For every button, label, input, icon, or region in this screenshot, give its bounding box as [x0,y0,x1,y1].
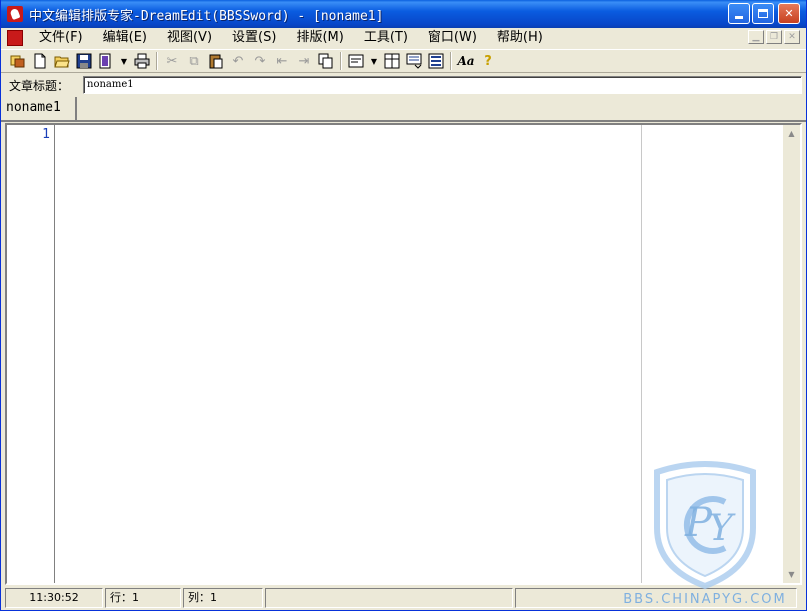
article-title-input[interactable]: noname1 [83,76,802,94]
menu-file[interactable]: 文件(F) [29,29,93,47]
print-icon[interactable] [131,51,153,71]
copy-all-icon[interactable] [315,51,337,71]
menu-window[interactable]: 窗口(W) [418,29,487,47]
format-dropdown-icon[interactable]: ▼ [367,51,381,71]
close-icon: ✕ [784,7,794,20]
menu-view[interactable]: 视图(V) [157,29,222,47]
menu-bar: 文件(F) 编辑(E) 视图(V) 设置(S) 排版(M) 工具(T) 窗口(W… [1,28,806,48]
toolbar-separator [156,52,158,70]
vertical-scrollbar[interactable]: ▲ ▼ [783,125,800,583]
tab-noname1[interactable]: noname1 [1,97,77,120]
redo-icon[interactable]: ↷ [249,51,271,71]
font-icon[interactable]: Aa [455,51,477,71]
open-multiple-icon[interactable] [7,51,29,71]
document-menu-icon[interactable] [7,30,23,46]
columns-icon[interactable] [425,51,447,71]
template-icon[interactable] [95,51,117,71]
help-icon[interactable]: ? [477,51,499,71]
menu-tools[interactable]: 工具(T) [354,29,418,47]
status-column: 列：1 [183,588,263,608]
menu-help[interactable]: 帮助(H) [487,29,553,47]
scroll-up-arrow-icon[interactable]: ▲ [783,125,800,142]
outdent-icon[interactable]: ⇥ [293,51,315,71]
window-controls: ✕ [728,3,800,24]
maximize-button[interactable] [752,3,774,24]
undo-icon[interactable]: ↶ [227,51,249,71]
insert-icon[interactable] [403,51,425,71]
article-title-row: 文章标题： noname1 [1,74,806,96]
save-icon[interactable] [73,51,95,71]
maximize-icon [758,9,768,18]
mdi-restore-button[interactable]: ❐ [766,30,782,44]
open-folder-icon[interactable] [51,51,73,71]
layout-icon[interactable] [381,51,403,71]
menu-layout[interactable]: 排版(M) [286,29,353,47]
scroll-down-arrow-icon[interactable]: ▼ [783,566,800,583]
mdi-controls: ▁ ❐ ✕ [748,30,800,44]
cut-icon[interactable]: ✂ [161,51,183,71]
format-icon[interactable] [345,51,367,71]
editor-area[interactable]: 1 ▲ ▼ [5,123,802,585]
status-time: 11:30:52 [5,588,103,608]
line-number-gutter: 1 [7,125,55,583]
new-file-icon[interactable] [29,51,51,71]
close-button[interactable]: ✕ [778,3,800,24]
mdi-close-button[interactable]: ✕ [784,30,800,44]
paste-icon[interactable] [205,51,227,71]
status-row: 行：1 [105,588,181,608]
indent-icon[interactable]: ⇤ [271,51,293,71]
title-bar[interactable]: 中文编辑排版专家-DreamEdit(BBSSword) - [noname1]… [1,0,806,28]
status-bar: 11:30:52 行：1 列：1 [1,586,806,610]
toolbar-separator [340,52,342,70]
template-dropdown-icon[interactable]: ▼ [117,51,131,71]
copy-icon[interactable]: ⧉ [183,51,205,71]
mdi-minimize-button[interactable]: ▁ [748,30,764,44]
app-window: 中文编辑排版专家-DreamEdit(BBSSword) - [noname1]… [0,0,807,611]
article-title-label: 文章标题： [9,78,70,93]
line-number: 1 [42,127,50,142]
status-pane-empty [265,588,513,608]
window-title: 中文编辑排版专家-DreamEdit(BBSSword) - [noname1] [29,8,384,24]
toolbar-separator [450,52,452,70]
menu-edit[interactable]: 编辑(E) [93,29,157,47]
app-icon[interactable] [7,6,23,22]
minimize-button[interactable] [728,3,750,24]
document-tabs: noname1 [1,97,806,122]
menu-settings[interactable]: 设置(S) [222,29,286,47]
toolbar: ▼ ✂ ⧉ ↶ ↷ ⇤ ⇥ ▼ Aa ? [1,49,806,73]
status-pane-empty-2 [515,588,797,608]
right-margin-line [641,125,642,583]
minimize-icon [735,16,743,19]
